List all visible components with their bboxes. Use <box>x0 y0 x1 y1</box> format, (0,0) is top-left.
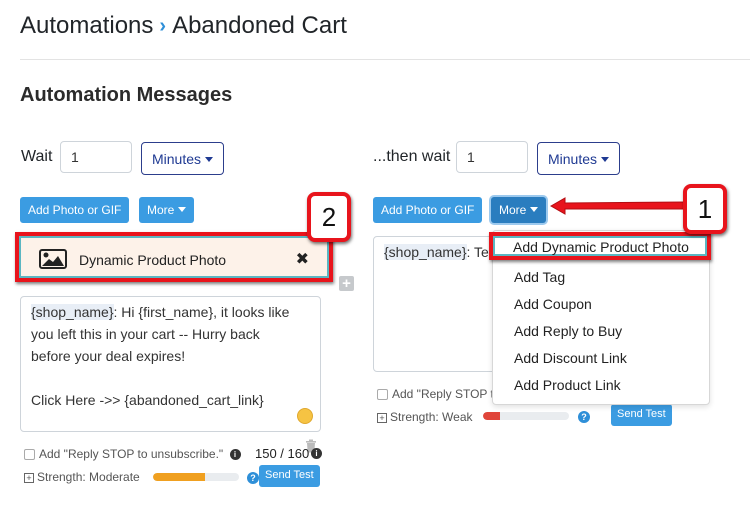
wait-label: Wait <box>21 148 53 165</box>
add-photo-button[interactable]: Add Photo or GIF <box>20 197 130 223</box>
strength-indicator-2: + Strength: Weak <box>377 410 473 424</box>
then-wait-value-input[interactable]: 1 <box>456 141 528 173</box>
breadcrumb-current: Abandoned Cart <box>172 12 347 39</box>
message-line: {shop_name}: Hi {first_name}, it looks l… <box>31 301 310 323</box>
then-wait-label: ...then wait <box>373 148 451 165</box>
message-line: Click Here ->> {abandoned_cart_link} <box>31 392 264 408</box>
add-photo-button-2[interactable]: Add Photo or GIF <box>373 197 483 223</box>
strength-bar <box>153 473 239 481</box>
annotation-arrow-icon <box>549 197 686 215</box>
message-text: : Hi {first_name}, it looks like <box>113 304 290 320</box>
dynamic-product-photo-attachment: Dynamic Product Photo ✖ <box>15 232 333 282</box>
strength-bar <box>483 412 569 420</box>
section-title: Automation Messages <box>20 84 233 106</box>
caret-down-icon <box>530 207 539 213</box>
menu-item-label: Add Dynamic Product Photo <box>513 239 689 255</box>
help-icon[interactable]: ? <box>247 472 259 484</box>
character-count: 150 / 160 <box>255 446 310 461</box>
menu-item-add-discount-link[interactable]: Add Discount Link <box>514 350 627 366</box>
menu-item-add-dynamic-product-photo[interactable]: Add Dynamic Product Photo <box>489 232 711 260</box>
breadcrumb-root-link[interactable]: Automations <box>20 12 153 39</box>
emoji-picker-icon[interactable] <box>297 408 313 424</box>
menu-item-add-tag[interactable]: Add Tag <box>514 269 565 285</box>
annotation-step-1: 1 <box>683 184 727 234</box>
menu-item-add-product-link[interactable]: Add Product Link <box>514 377 621 393</box>
plus-icon[interactable]: + <box>339 276 354 291</box>
menu-item-add-coupon[interactable]: Add Coupon <box>514 296 592 312</box>
more-dropdown-button-2[interactable]: More <box>491 197 547 223</box>
caret-down-icon <box>205 156 214 162</box>
then-wait-unit-dropdown[interactable]: Minutes <box>537 142 621 175</box>
header-divider <box>20 59 750 60</box>
info-icon[interactable]: i <box>311 448 322 459</box>
wait-unit-label: Minutes <box>152 151 202 167</box>
reply-stop-option: Add "Reply STOP to unsubscribe." i <box>24 447 241 461</box>
reply-stop-checkbox[interactable] <box>24 449 35 461</box>
strength-label: Strength: Weak <box>390 410 473 424</box>
caret-down-icon <box>601 156 610 162</box>
caret-down-icon <box>178 207 187 213</box>
reply-stop-label: Add "Reply STOP to unsubscribe." <box>39 447 224 461</box>
shop-name-token: {shop_name} <box>384 244 467 260</box>
send-test-button-2[interactable]: Send Test <box>611 404 672 426</box>
breadcrumb-chevron-icon: › <box>159 15 167 37</box>
expand-icon[interactable]: + <box>24 472 34 483</box>
reply-stop-option-2: Add "Reply STOP t <box>377 387 494 401</box>
send-test-button[interactable]: Send Test <box>259 465 320 487</box>
reply-stop-label: Add "Reply STOP t <box>392 387 494 401</box>
info-icon[interactable]: i <box>229 449 241 461</box>
wait-unit-dropdown[interactable]: Minutes <box>141 142 225 175</box>
message-body-textarea[interactable]: {shop_name}: Hi {first_name}, it looks l… <box>20 296 321 432</box>
breadcrumb: Automations › Abandoned Cart <box>20 12 347 40</box>
more-label: More <box>147 203 175 217</box>
annotation-step-2: 2 <box>307 192 351 242</box>
image-icon <box>39 249 67 269</box>
menu-item-add-reply-to-buy[interactable]: Add Reply to Buy <box>514 323 622 339</box>
strength-indicator: + Strength: Moderate <box>24 470 140 484</box>
expand-icon[interactable]: + <box>377 412 387 423</box>
attachment-label: Dynamic Product Photo <box>79 252 227 268</box>
close-icon[interactable]: ✖ <box>296 249 309 269</box>
wait-value-input[interactable]: 1 <box>60 141 132 173</box>
message-line <box>31 367 310 389</box>
message-line: before your deal expires! <box>31 348 186 364</box>
shop-name-token: {shop_name} <box>31 304 114 320</box>
more-label: More <box>499 203 527 217</box>
more-dropdown-button[interactable]: More <box>139 197 195 223</box>
message-line: you left this in your cart -- Hurry back <box>31 326 260 342</box>
wait-unit-label: Minutes <box>548 151 598 167</box>
reply-stop-checkbox[interactable] <box>377 389 388 401</box>
strength-bar-fill <box>483 412 501 420</box>
message-text: : Te <box>466 244 489 260</box>
help-icon[interactable]: ? <box>578 411 590 423</box>
strength-bar-fill <box>153 473 205 481</box>
strength-label: Strength: Moderate <box>37 470 140 484</box>
message-line: {shop_name}: Te <box>384 241 502 263</box>
